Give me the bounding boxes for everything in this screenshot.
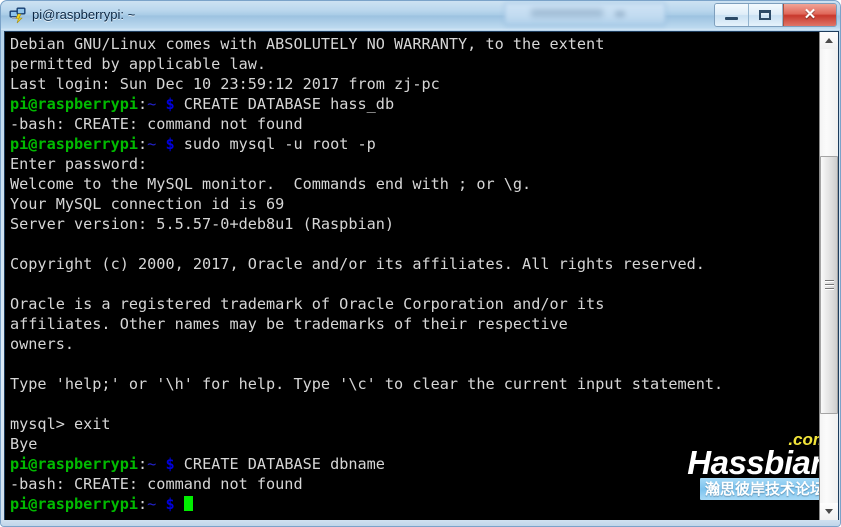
terminal-text: CREATE DATABASE dbname [174,455,385,473]
grip-icon [825,280,834,290]
terminal-text: mysql> exit [10,415,111,433]
terminal-text: pi@raspberrypi [10,135,139,153]
terminal-line: Welcome to the MySQL monitor. Commands e… [10,174,723,194]
terminal-line: pi@raspberrypi:~ $ sudo mysql -u root -p [10,134,723,154]
terminal-text: : [138,495,148,513]
chevron-down-icon [825,509,833,514]
terminal-text: -bash: CREATE: command not found [10,115,303,133]
terminal-text: permitted by applicable law. [10,55,267,73]
minimize-button[interactable] [715,4,749,26]
terminal-text: $ [165,495,175,513]
terminal-text: Type 'help;' or '\h' for help. Type '\c'… [10,375,724,393]
putty-icon [9,6,27,24]
terminal-text: ~ [147,95,157,113]
title-bar[interactable]: pi@raspberrypi: ~ ✕ [1,1,840,30]
terminal-line: Bye [10,434,723,454]
close-icon: ✕ [803,6,817,23]
terminal-line: owners. [10,334,723,354]
terminal-line: Last login: Sun Dec 10 23:59:12 2017 fro… [10,74,723,94]
close-button[interactable]: ✕ [783,4,836,26]
terminal-line: Debian GNU/Linux comes with ABSOLUTELY N… [10,34,723,54]
terminal-text: $ [165,135,175,153]
terminal-text: Last login: Sun Dec 10 23:59:12 2017 fro… [10,75,440,93]
terminal-text: CREATE DATABASE hass_db [174,95,395,113]
terminal-screen[interactable]: Debian GNU/Linux comes with ABSOLUTELY N… [5,32,819,520]
window-title: pi@raspberrypi: ~ [32,7,136,22]
scroll-down-button[interactable] [820,503,838,520]
terminal-text: : [138,95,148,113]
scroll-up-button[interactable] [820,32,838,49]
maximize-icon [759,10,771,20]
terminal-line: permitted by applicable law. [10,54,723,74]
terminal-line: Oracle is a registered trademark of Orac… [10,294,723,314]
terminal-text: owners. [10,335,75,353]
terminal-text: $ [165,95,175,113]
terminal-text: Debian GNU/Linux comes with ABSOLUTELY N… [10,35,605,53]
terminal-scrollbar[interactable] [819,32,838,520]
terminal-text: ~ [147,135,157,153]
terminal-text: -bash: CREATE: command not found [10,475,303,493]
terminal-text: Welcome to the MySQL monitor. Commands e… [10,175,532,193]
terminal-text: pi@raspberrypi [10,455,139,473]
obscured-titlebar-element [504,2,666,26]
terminal-text: sudo mysql -u root -p [174,135,376,153]
terminal-window: Debian GNU/Linux comes with ABSOLUTELY N… [4,31,839,521]
terminal-text: : [138,455,148,473]
terminal-text: $ [165,455,175,473]
terminal-line: pi@raspberrypi:~ $ [10,494,723,514]
terminal-line: pi@raspberrypi:~ $ CREATE DATABASE hass_… [10,94,723,114]
terminal-line: affiliates. Other names may be trademark… [10,314,723,334]
terminal-line: Enter password: [10,154,723,174]
terminal-text: ~ [147,455,157,473]
terminal-text: Oracle is a registered trademark of Orac… [10,295,605,313]
terminal-line: Your MySQL connection id is 69 [10,194,723,214]
terminal-text: Your MySQL connection id is 69 [10,195,285,213]
terminal-line: Type 'help;' or '\h' for help. Type '\c'… [10,374,723,394]
terminal-text: affiliates. Other names may be trademark… [10,315,568,333]
terminal-line: -bash: CREATE: command not found [10,114,723,134]
terminal-text: Copyright (c) 2000, 2017, Oracle and/or … [10,255,705,273]
terminal-cursor [183,496,193,511]
terminal-text: pi@raspberrypi [10,95,139,113]
minimize-icon [725,17,738,20]
scrollbar-thumb[interactable] [820,156,838,414]
terminal-line: pi@raspberrypi:~ $ CREATE DATABASE dbnam… [10,454,723,474]
window-controls: ✕ [714,3,837,27]
terminal-text: Enter password: [10,155,148,173]
terminal-line: -bash: CREATE: command not found [10,474,723,494]
terminal-line: mysql> exit [10,414,723,434]
window-bottom-frame [1,520,840,526]
terminal-output: Debian GNU/Linux comes with ABSOLUTELY N… [10,34,723,514]
terminal-text: Server version: 5.5.57-0+deb8u1 (Raspbia… [10,215,395,233]
terminal-text: Bye [10,435,38,453]
terminal-line: Server version: 5.5.57-0+deb8u1 (Raspbia… [10,214,723,234]
terminal-text: : [138,135,148,153]
maximize-button[interactable] [749,4,783,26]
terminal-text: ~ [147,495,157,513]
terminal-line: Copyright (c) 2000, 2017, Oracle and/or … [10,254,723,274]
terminal-text: pi@raspberrypi [10,495,139,513]
chevron-up-icon [825,38,833,43]
putty-window: pi@raspberrypi: ~ ✕ Debian GNU/Linux com… [0,0,841,527]
